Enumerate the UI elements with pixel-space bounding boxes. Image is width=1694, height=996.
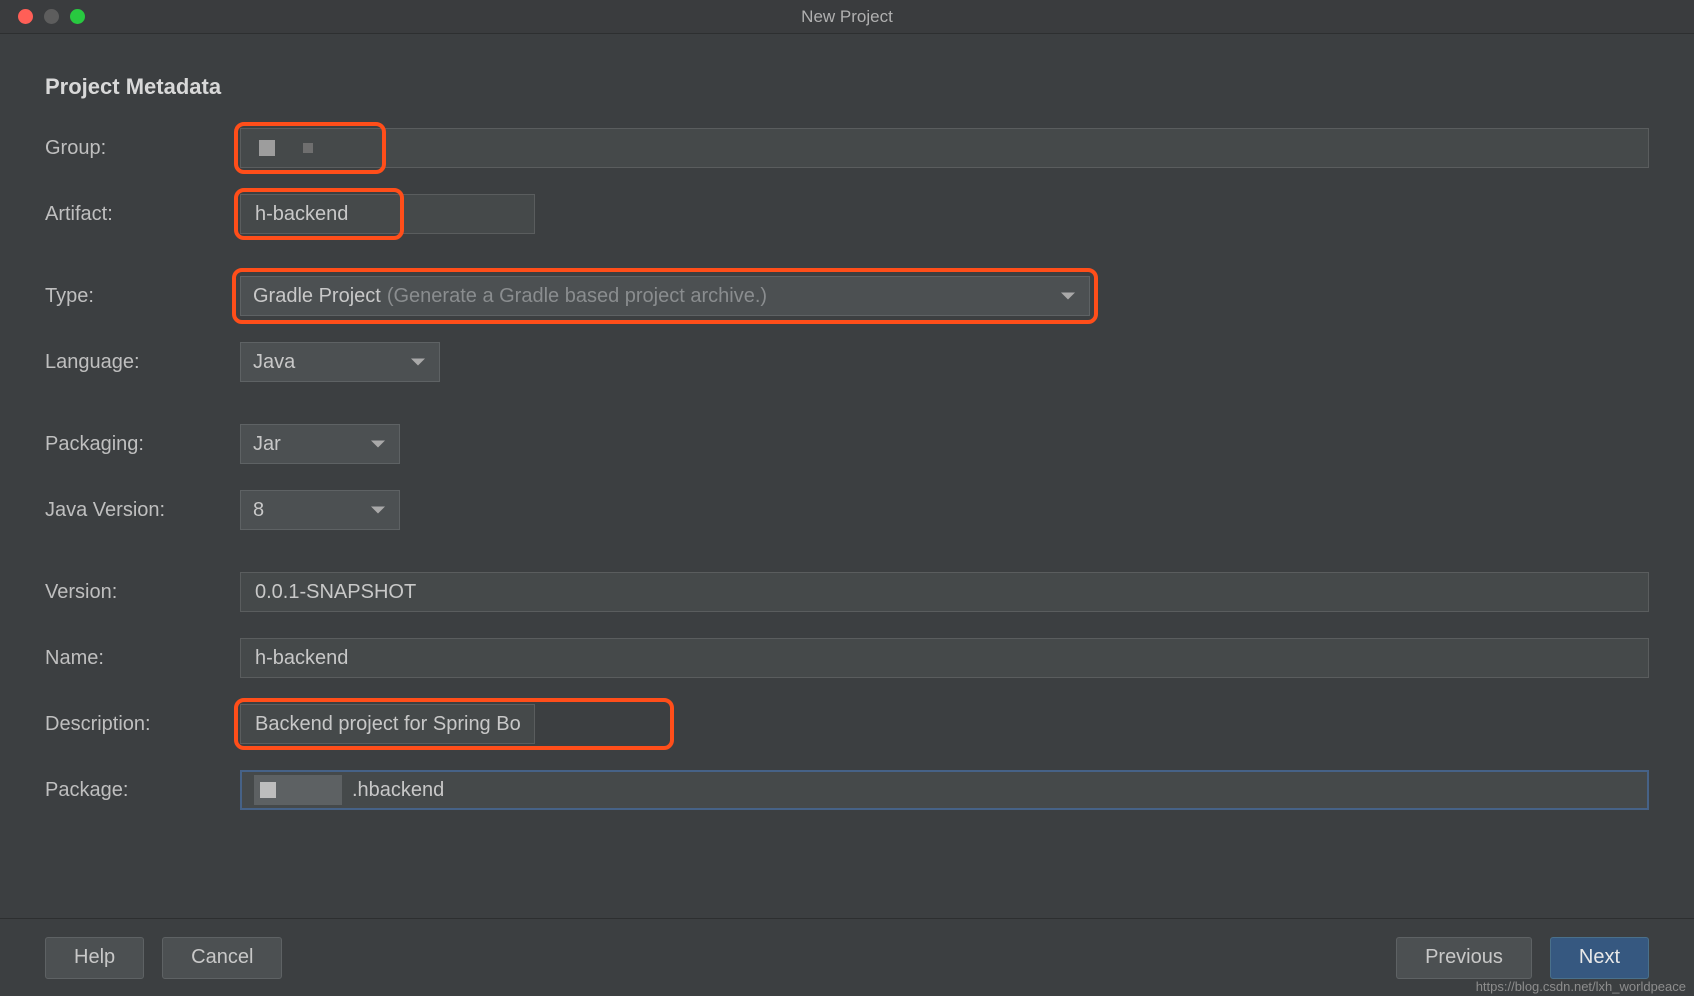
cancel-button[interactable]: Cancel bbox=[162, 937, 282, 979]
window-title: New Project bbox=[801, 7, 893, 27]
titlebar: New Project bbox=[0, 0, 1694, 34]
minimize-window-icon[interactable] bbox=[44, 9, 59, 24]
chevron-down-icon bbox=[371, 507, 385, 514]
java-version-value: 8 bbox=[253, 499, 264, 522]
watermark-text: https://blog.csdn.net/lxh_worldpeace bbox=[1476, 979, 1686, 994]
help-button[interactable]: Help bbox=[45, 937, 144, 979]
language-select[interactable]: Java bbox=[240, 342, 440, 382]
close-window-icon[interactable] bbox=[18, 9, 33, 24]
artifact-label: Artifact: bbox=[45, 203, 240, 226]
java-version-label: Java Version: bbox=[45, 499, 240, 522]
section-title: Project Metadata bbox=[45, 74, 1649, 100]
dialog-footer: Help Cancel Previous Next bbox=[0, 918, 1694, 996]
type-select[interactable]: Gradle Project (Generate a Gradle based … bbox=[240, 276, 1090, 316]
chevron-down-icon bbox=[371, 441, 385, 448]
packaging-value: Jar bbox=[253, 433, 281, 456]
name-label: Name: bbox=[45, 647, 240, 670]
packaging-select[interactable]: Jar bbox=[240, 424, 400, 464]
language-label: Language: bbox=[45, 351, 240, 374]
redacted-text-icon bbox=[255, 140, 313, 156]
description-input[interactable] bbox=[240, 704, 535, 744]
chevron-down-icon bbox=[411, 359, 425, 366]
row-packaging: Packaging: Jar bbox=[45, 424, 1649, 464]
group-label: Group: bbox=[45, 137, 240, 160]
row-group: Group: bbox=[45, 128, 1649, 168]
next-button[interactable]: Next bbox=[1550, 937, 1649, 979]
name-input[interactable] bbox=[240, 638, 1649, 678]
row-name: Name: bbox=[45, 638, 1649, 678]
dialog-content: Project Metadata Group: Artifact: Type: … bbox=[0, 34, 1694, 810]
previous-button[interactable]: Previous bbox=[1396, 937, 1532, 979]
description-label: Description: bbox=[45, 713, 240, 736]
group-input[interactable] bbox=[240, 128, 1649, 168]
row-description: Description: bbox=[45, 704, 1649, 744]
type-value: Gradle Project bbox=[253, 285, 381, 308]
package-label: Package: bbox=[45, 779, 240, 802]
java-version-select[interactable]: 8 bbox=[240, 490, 400, 530]
row-java-version: Java Version: 8 bbox=[45, 490, 1649, 530]
row-package: Package: .hbackend bbox=[45, 770, 1649, 810]
type-hint: (Generate a Gradle based project archive… bbox=[387, 285, 767, 308]
packaging-label: Packaging: bbox=[45, 433, 240, 456]
window-controls bbox=[0, 9, 85, 24]
row-type: Type: Gradle Project (Generate a Gradle … bbox=[45, 276, 1649, 316]
redacted-text-icon bbox=[254, 775, 342, 805]
package-input[interactable]: .hbackend bbox=[240, 770, 1649, 810]
maximize-window-icon[interactable] bbox=[70, 9, 85, 24]
version-label: Version: bbox=[45, 581, 240, 604]
row-language: Language: Java bbox=[45, 342, 1649, 382]
language-value: Java bbox=[253, 351, 295, 374]
version-input[interactable] bbox=[240, 572, 1649, 612]
artifact-input[interactable] bbox=[240, 194, 535, 234]
row-version: Version: bbox=[45, 572, 1649, 612]
package-value-suffix: .hbackend bbox=[352, 779, 444, 802]
row-artifact: Artifact: bbox=[45, 194, 1649, 234]
type-label: Type: bbox=[45, 285, 240, 308]
chevron-down-icon bbox=[1061, 293, 1075, 300]
